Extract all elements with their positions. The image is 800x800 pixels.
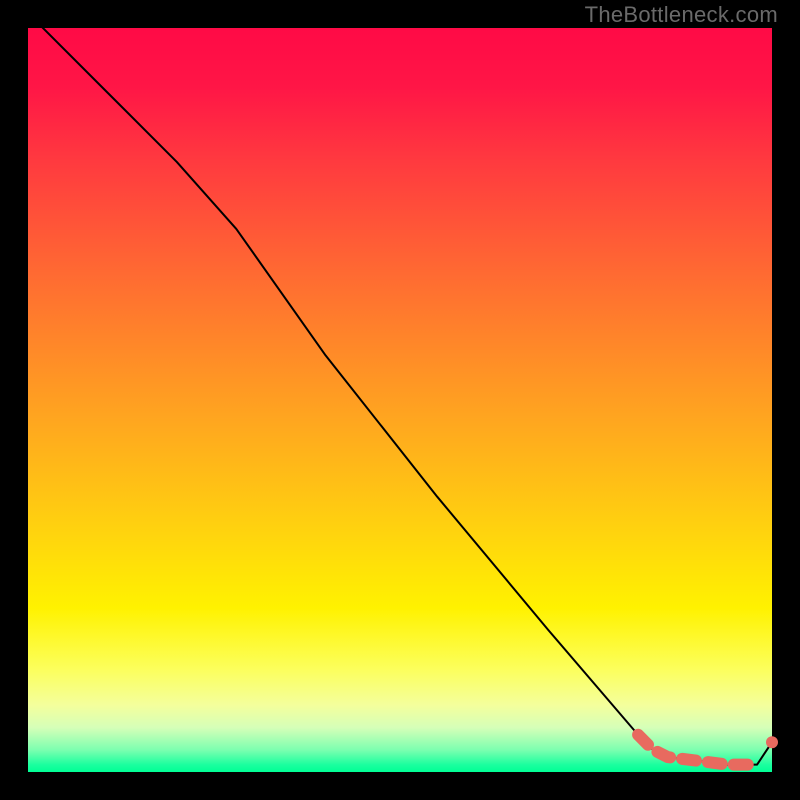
chart-area [28, 28, 772, 772]
bottleneck-curve [28, 13, 772, 765]
end-point-icon [766, 736, 778, 748]
highlight-segment [638, 735, 757, 765]
watermark-text: TheBottleneck.com [585, 2, 778, 28]
chart-svg [28, 28, 772, 772]
